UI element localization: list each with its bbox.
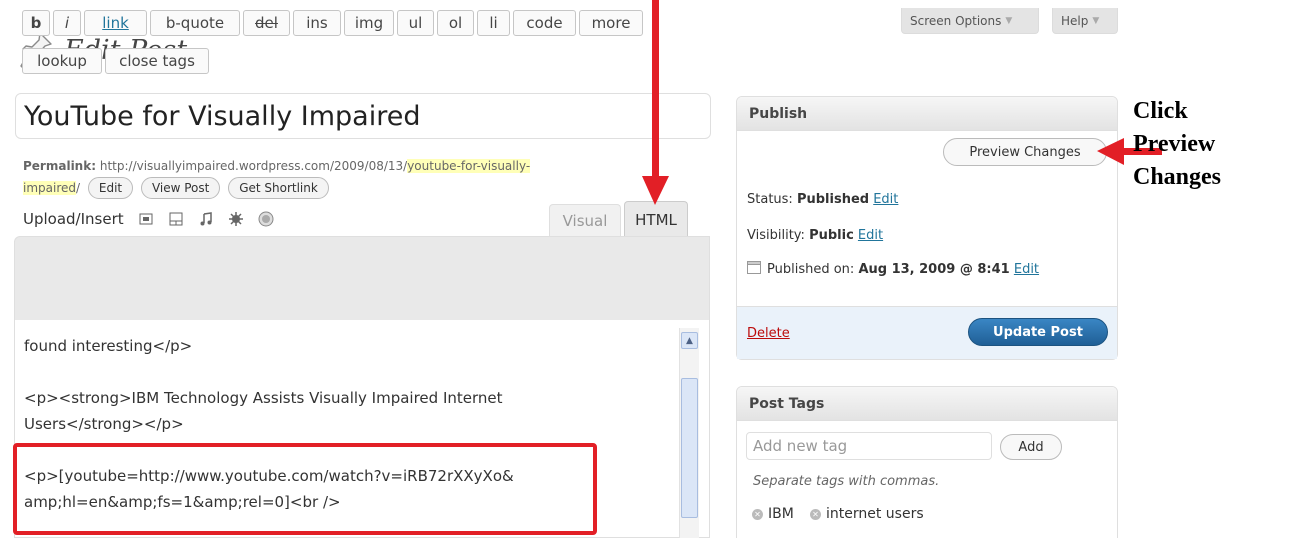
annotation-arrows bbox=[642, 0, 1162, 205]
annotation-line: Preview bbox=[1133, 131, 1216, 157]
arrow-to-html-tab bbox=[642, 0, 669, 205]
annotation-instruction: Click Preview Changes bbox=[1133, 95, 1221, 194]
annotation-line: Click bbox=[1133, 98, 1188, 124]
annotation-line: Changes bbox=[1133, 164, 1222, 190]
